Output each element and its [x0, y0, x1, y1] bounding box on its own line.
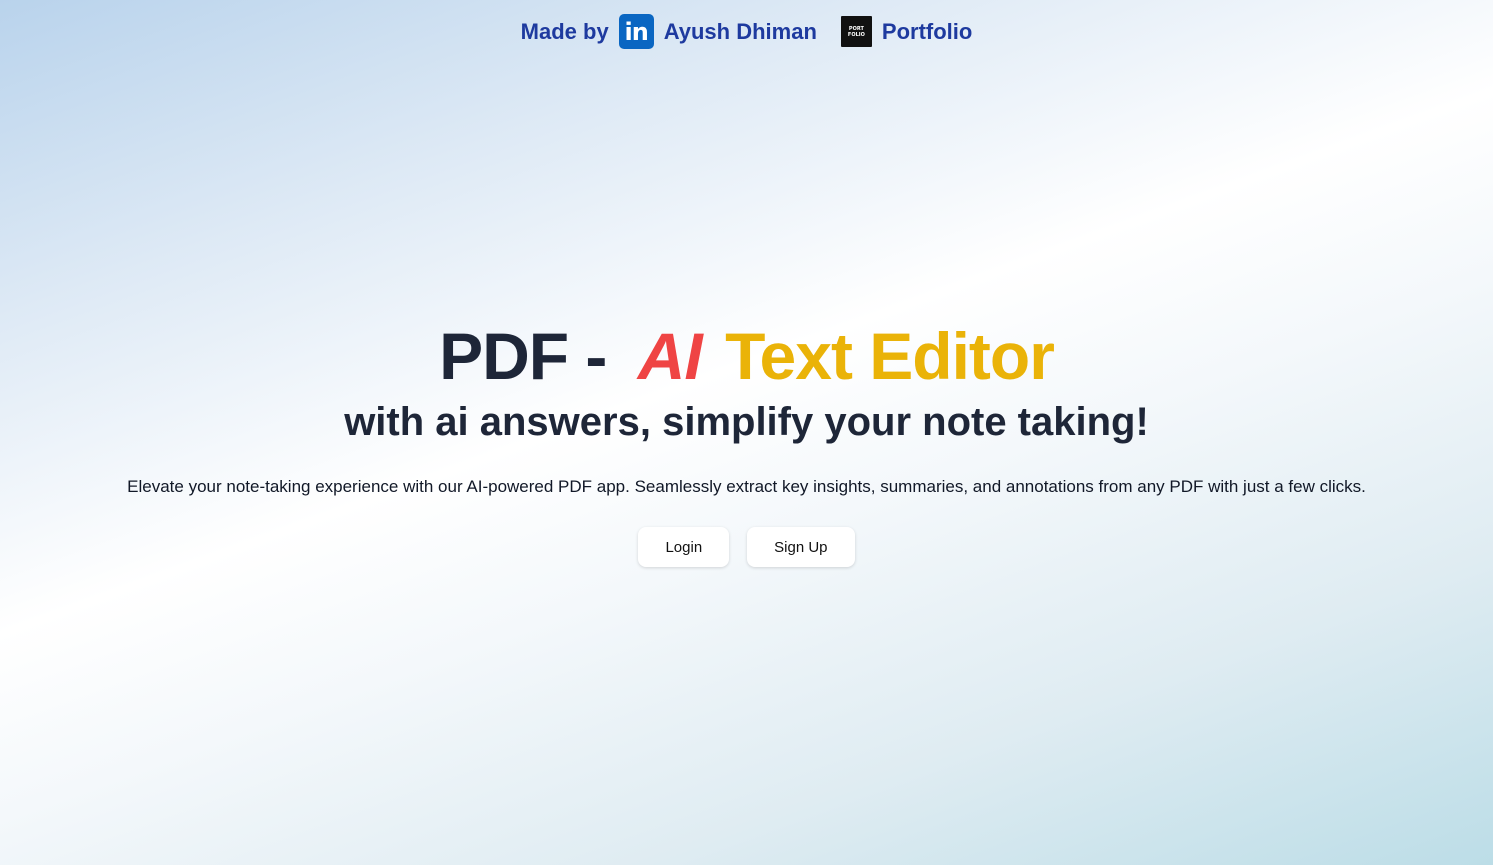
auth-actions: Login Sign Up [0, 527, 1493, 567]
linkedin-icon[interactable]: in [618, 14, 654, 49]
login-button[interactable]: Login [638, 527, 730, 567]
portfolio-icon-line2: FOLIO [847, 31, 865, 38]
page-subtitle: with ai answers, simplify your note taki… [344, 400, 1149, 444]
page-description: Elevate your note-taking experience with… [127, 477, 1366, 496]
made-by-label: Made by [520, 18, 609, 44]
author-name-link[interactable]: Ayush Dhiman [664, 19, 817, 45]
portfolio-link[interactable]: Portfolio [882, 19, 972, 45]
header-credits: Made by in Ayush Dhiman PORT FOLIO Portf… [0, 14, 1493, 49]
hero-section: PDF - AI Text Editor with ai answers, si… [0, 318, 1493, 567]
signup-button[interactable]: Sign Up [747, 527, 855, 567]
portfolio-icon[interactable]: PORT FOLIO [840, 16, 872, 47]
page-title: PDF - AI Text Editor [0, 318, 1493, 394]
title-ai: AI [637, 319, 703, 393]
title-pdf: PDF - [439, 319, 607, 393]
title-text-editor: Text Editor [725, 319, 1055, 393]
